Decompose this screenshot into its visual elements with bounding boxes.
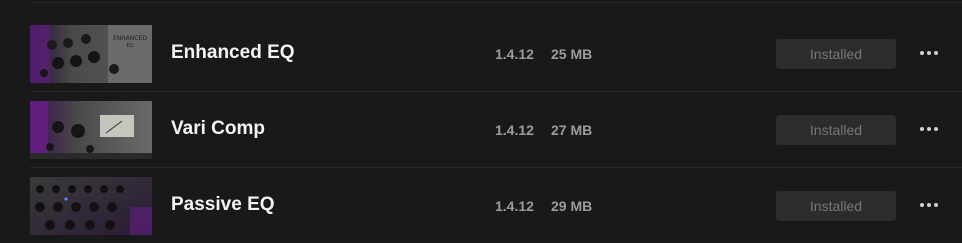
vari-comp-thumbnail — [30, 101, 152, 159]
plugin-name: Vari Comp — [171, 118, 265, 139]
dot — [927, 203, 931, 207]
more-options-icon[interactable] — [914, 38, 944, 68]
plugin-version: 1.4.12 — [495, 122, 534, 138]
plugin-size: 27 MB — [551, 122, 593, 138]
dot — [920, 203, 924, 207]
top-divider — [30, 2, 962, 3]
dot — [934, 127, 938, 131]
svg-text:ENHANCED: ENHANCED — [113, 35, 147, 42]
plugin-name: Enhanced EQ — [171, 42, 295, 63]
enhanced-eq-thumbnail: ENHANCED EQ — [30, 25, 152, 83]
dot — [927, 127, 931, 131]
plugin-row-vari-comp[interactable]: Vari Comp 1.4.12 27 MB Installed — [30, 92, 962, 168]
dot — [934, 51, 938, 55]
more-options-icon[interactable] — [914, 114, 944, 144]
plugin-row-enhanced-eq[interactable]: ENHANCED EQ Enhanced EQ 1.4.12 25 MB Ins… — [30, 16, 962, 92]
plugin-name: Passive EQ — [171, 194, 275, 215]
passive-eq-thumbnail — [30, 177, 152, 235]
dot — [920, 127, 924, 131]
installed-button[interactable]: Installed — [776, 191, 896, 221]
plugin-version: 1.4.12 — [495, 46, 534, 62]
plugin-list: ENHANCED EQ Enhanced EQ 1.4.12 25 MB Ins… — [0, 0, 962, 242]
dot — [934, 203, 938, 207]
plugin-row-passive-eq[interactable]: Passive EQ 1.4.12 29 MB Installed — [30, 168, 962, 243]
dot — [920, 51, 924, 55]
more-options-icon[interactable] — [914, 190, 944, 220]
installed-button[interactable]: Installed — [776, 39, 896, 69]
plugin-size: 29 MB — [551, 198, 593, 214]
dot — [927, 51, 931, 55]
plugin-version: 1.4.12 — [495, 198, 534, 214]
installed-button[interactable]: Installed — [776, 115, 896, 145]
plugin-size: 25 MB — [551, 46, 593, 62]
svg-text:EQ: EQ — [126, 43, 133, 49]
